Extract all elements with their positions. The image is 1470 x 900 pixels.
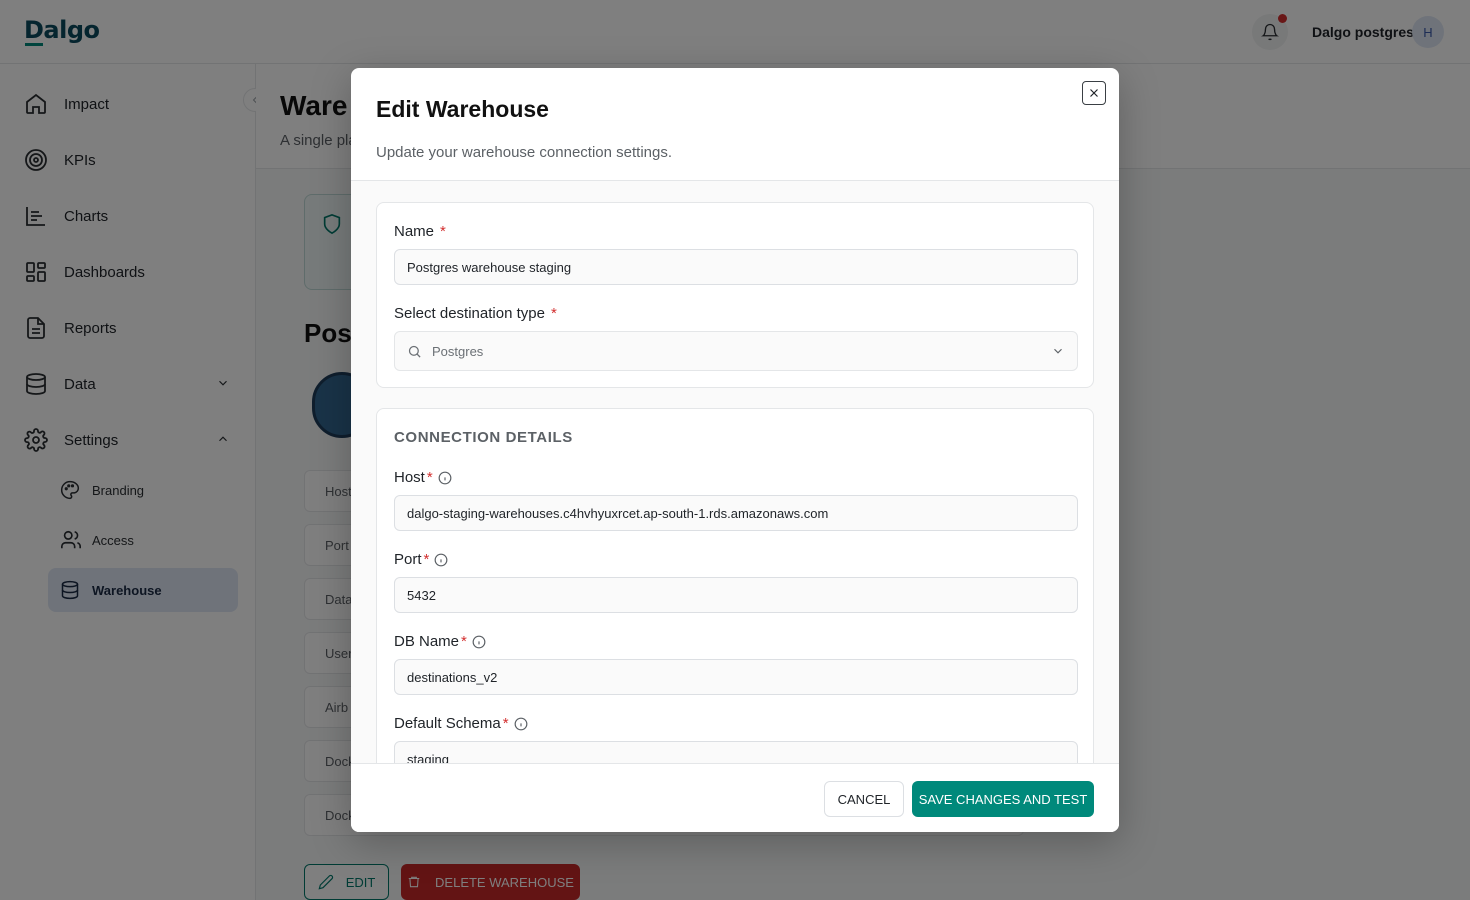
general-section: Name * Postgres warehouse staging Select … (376, 202, 1094, 388)
close-icon (1090, 89, 1098, 97)
dialog-subtitle: Update your warehouse connection setting… (376, 144, 673, 161)
destination-type-select[interactable]: Postgres (394, 331, 1078, 371)
port-label-text: Port (394, 551, 422, 568)
dialog-footer: CANCEL SAVE CHANGES AND TEST (351, 763, 1119, 832)
default-schema-input[interactable]: staging (394, 741, 1078, 763)
host-input[interactable]: dalgo-staging-warehouses.c4hvhyuxrcet.ap… (394, 495, 1078, 531)
required-marker: * (550, 305, 557, 322)
search-icon (408, 345, 421, 358)
edit-warehouse-dialog: Edit Warehouse Update your warehouse con… (351, 68, 1119, 832)
info-icon[interactable] (472, 635, 486, 649)
chevron-down-icon (1051, 344, 1065, 361)
db-name-label: DB Name * (394, 633, 486, 650)
db-name-input[interactable]: destinations_v2 (394, 659, 1078, 695)
db-name-label-text: DB Name (394, 633, 460, 650)
required-marker: * (502, 715, 509, 732)
section-title: CONNECTION DETAILS (394, 429, 573, 446)
host-label: Host * (394, 469, 452, 486)
name-label: Name * (394, 223, 446, 240)
required-marker: * (440, 223, 446, 240)
info-icon[interactable] (434, 553, 448, 567)
destination-type-label: Select destination type * (394, 305, 557, 322)
default-schema-label: Default Schema * (394, 715, 528, 732)
cancel-button[interactable]: CANCEL (824, 781, 904, 817)
required-marker: * (461, 633, 467, 650)
destination-type-label-text: Select destination type (394, 305, 545, 322)
required-marker: * (423, 551, 430, 568)
dialog-title: Edit Warehouse (376, 96, 549, 122)
save-changes-and-test-button[interactable]: SAVE CHANGES AND TEST (912, 781, 1094, 817)
port-input[interactable]: 5432 (394, 577, 1078, 613)
default-schema-label-text: Default Schema (394, 715, 501, 732)
name-input[interactable]: Postgres warehouse staging (394, 249, 1078, 285)
dialog-body[interactable]: Name * Postgres warehouse staging Select … (351, 181, 1119, 763)
port-label: Port * (394, 551, 448, 568)
info-icon[interactable] (514, 717, 528, 731)
host-label-text: Host (394, 469, 425, 486)
close-button[interactable] (1082, 81, 1106, 105)
connection-details-section: CONNECTION DETAILS Host * dalgo-staging-w… (376, 408, 1094, 763)
info-icon[interactable] (438, 471, 452, 485)
name-label-text: Name (394, 223, 435, 240)
required-marker: * (426, 469, 433, 486)
destination-type-value: Postgres (432, 343, 484, 359)
